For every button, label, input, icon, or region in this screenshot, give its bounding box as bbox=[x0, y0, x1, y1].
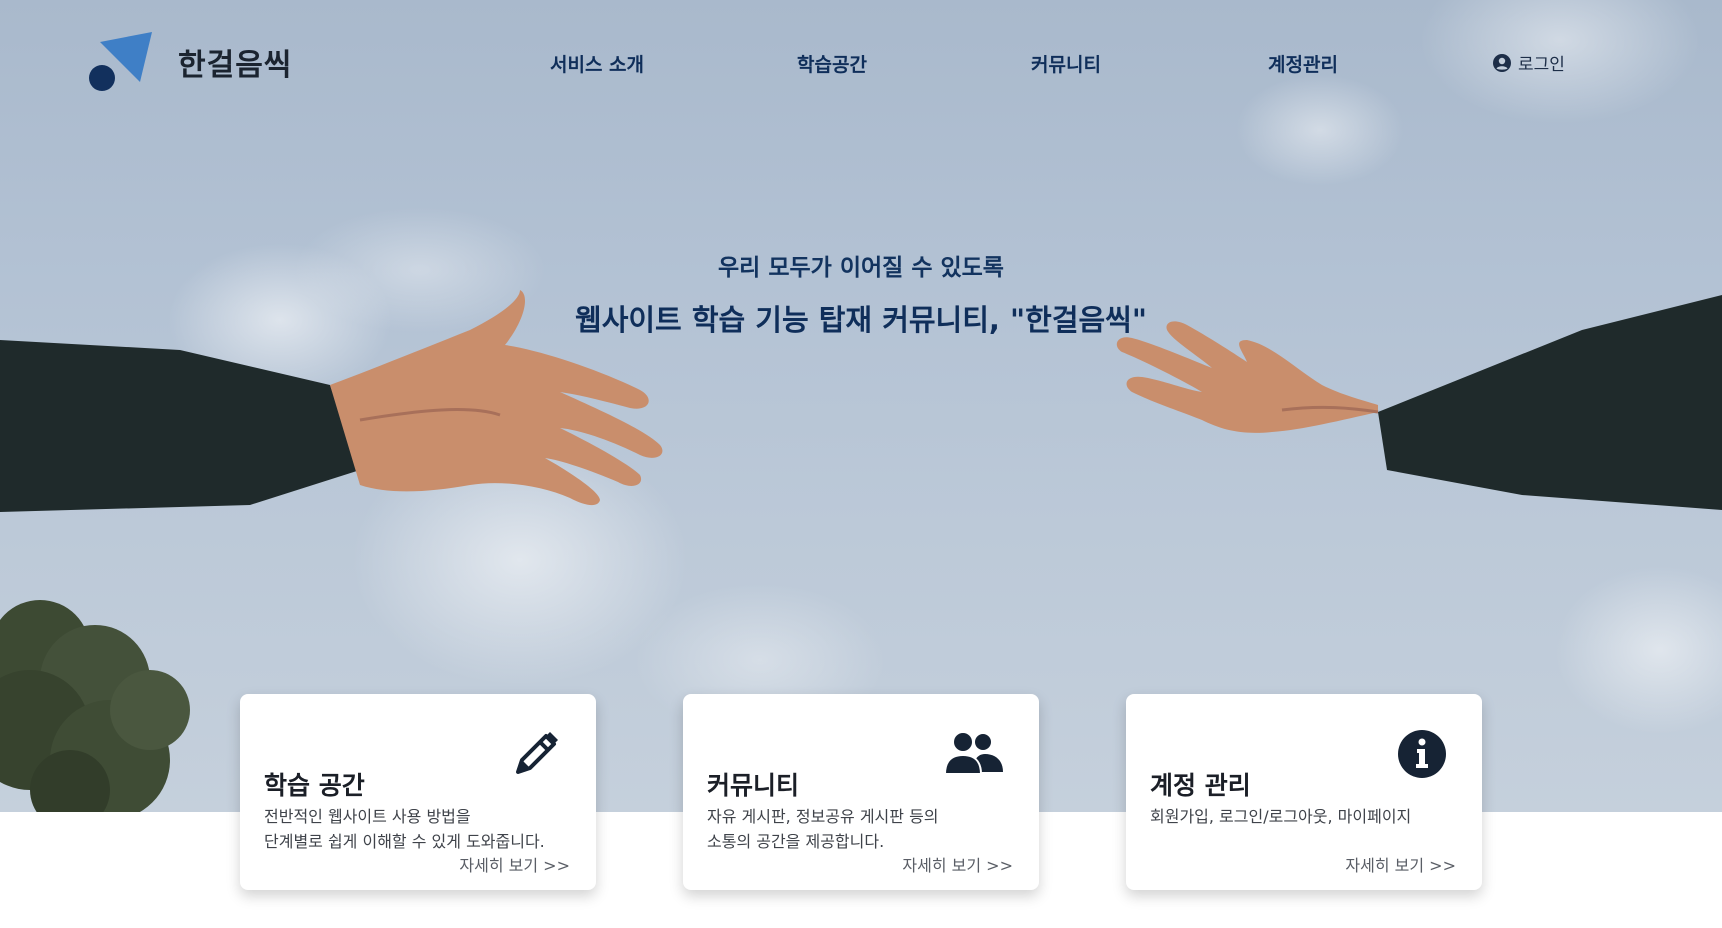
nav-community[interactable]: 커뮤니티 bbox=[1031, 50, 1101, 77]
brand-name[interactable]: 한걸음씩 bbox=[178, 40, 292, 84]
user-circle-icon bbox=[1493, 53, 1511, 72]
page: 한걸음씩 서비스 소개 학습공간 커뮤니티 계정관리 로그인 우리 모두가 이어… bbox=[0, 0, 1722, 928]
card-learning-space[interactable]: 학습 공간 전반적인 웹사이트 사용 방법을 단계별로 쉽게 이해할 수 있게 … bbox=[240, 694, 596, 890]
pencil-icon bbox=[516, 732, 558, 774]
card-more-link[interactable]: 자세히 보기 >> bbox=[1345, 852, 1456, 876]
card-more-link[interactable]: 자세히 보기 >> bbox=[902, 852, 1013, 876]
hero-title: 웹사이트 학습 기능 탑재 커뮤니티, "한걸음씩" bbox=[575, 303, 1147, 337]
nav-learning-space[interactable]: 학습공간 bbox=[797, 50, 867, 77]
logo-icon[interactable] bbox=[86, 30, 156, 94]
card-desc-line: 자유 게시판, 정보공유 게시판 등의 bbox=[707, 807, 939, 826]
card-desc-line: 단계별로 쉽게 이해할 수 있게 도와줍니다. bbox=[264, 832, 545, 851]
hero-background bbox=[0, 0, 1722, 812]
card-more-link[interactable]: 자세히 보기 >> bbox=[459, 852, 570, 876]
header: 한걸음씩 서비스 소개 학습공간 커뮤니티 계정관리 로그인 bbox=[0, 0, 1722, 120]
card-description: 회원가입, 로그인/로그아웃, 마이페이지 bbox=[1150, 804, 1411, 829]
card-account[interactable]: 계정 관리 회원가입, 로그인/로그아웃, 마이페이지 자세히 보기 >> bbox=[1126, 694, 1482, 890]
card-desc-line: 회원가입, 로그인/로그아웃, 마이페이지 bbox=[1150, 807, 1412, 826]
hero-subtitle: 우리 모두가 이어질 수 있도록 bbox=[718, 255, 1004, 281]
card-description: 전반적인 웹사이트 사용 방법을 단계별로 쉽게 이해할 수 있게 도와줍니다. bbox=[264, 804, 545, 854]
card-desc-line: 소통의 공간을 제공합니다. bbox=[707, 832, 885, 851]
card-community[interactable]: 커뮤니티 자유 게시판, 정보공유 게시판 등의 소통의 공간을 제공합니다. … bbox=[683, 694, 1039, 890]
card-title: 계정 관리 bbox=[1150, 771, 1251, 800]
tree-image bbox=[0, 600, 190, 812]
card-desc-line: 전반적인 웹사이트 사용 방법을 bbox=[264, 807, 471, 826]
card-description: 자유 게시판, 정보공유 게시판 등의 소통의 공간을 제공합니다. bbox=[707, 804, 939, 854]
login-label: 로그인 bbox=[1518, 55, 1565, 75]
nav-service-intro[interactable]: 서비스 소개 bbox=[550, 50, 644, 77]
info-icon bbox=[1398, 730, 1446, 778]
card-title: 학습 공간 bbox=[264, 771, 365, 800]
users-icon bbox=[943, 731, 1003, 775]
nav-account[interactable]: 계정관리 bbox=[1268, 50, 1338, 77]
card-title: 커뮤니티 bbox=[707, 771, 800, 800]
login-button[interactable]: 로그인 bbox=[1492, 50, 1565, 75]
